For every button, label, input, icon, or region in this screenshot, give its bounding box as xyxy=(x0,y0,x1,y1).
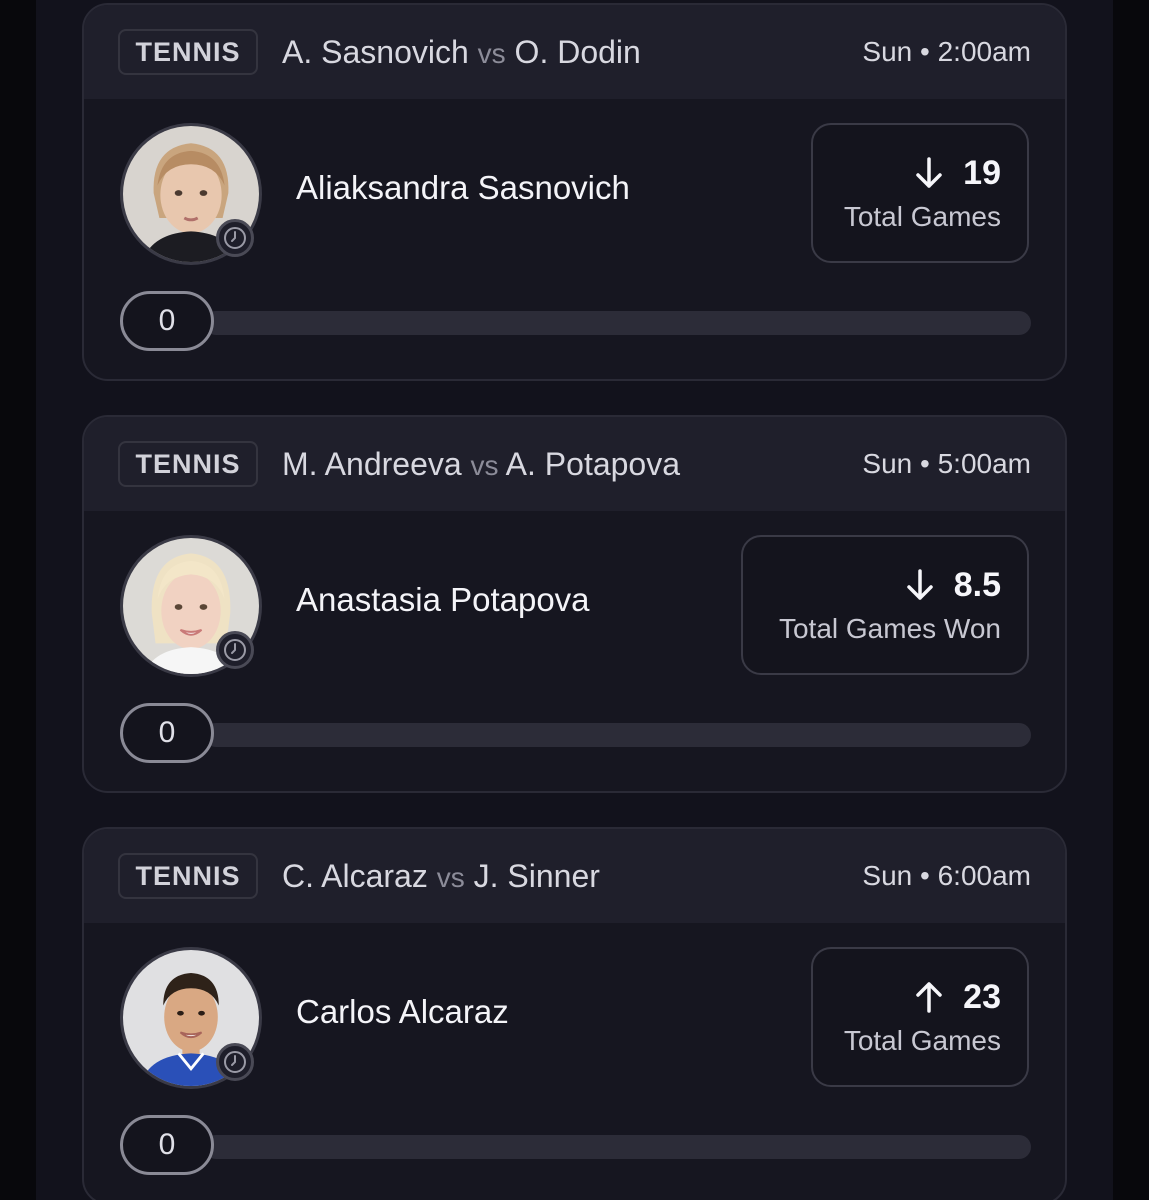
card-header: TENNIS M. Andreeva vs A. Potapova Sun • … xyxy=(84,417,1065,511)
sport-badge: TENNIS xyxy=(118,441,258,487)
clock-icon xyxy=(216,219,254,257)
player-name[interactable]: Anastasia Potapova xyxy=(296,575,590,625)
player-b: O. Dodin xyxy=(514,34,641,70)
player-name[interactable]: Carlos Alcaraz xyxy=(296,987,509,1037)
matchup: C. Alcaraz vs J. Sinner xyxy=(282,855,600,901)
stat-label: Total Games xyxy=(843,201,1001,232)
screen-edge-right xyxy=(1113,0,1149,1200)
matchup: A. Sasnovich vs O. Dodin xyxy=(282,31,641,77)
player-a: C. Alcaraz xyxy=(282,858,428,894)
stat-label: Total Games Won xyxy=(778,613,1001,644)
arrow-up-icon xyxy=(913,980,945,1014)
clock-icon xyxy=(216,1043,254,1081)
card-header: TENNIS A. Sasnovich vs O. Dodin Sun • 2:… xyxy=(84,5,1065,99)
vs-label: vs xyxy=(436,862,465,893)
player-avatar-wrap[interactable] xyxy=(120,535,262,677)
matchup: M. Andreeva vs A. Potapova xyxy=(282,443,680,489)
vs-label: vs xyxy=(477,38,506,69)
pick-card[interactable]: TENNIS M. Andreeva vs A. Potapova Sun • … xyxy=(82,415,1067,793)
progress-value-pill: 0 xyxy=(120,291,214,351)
clock-icon xyxy=(216,631,254,669)
pick-card[interactable]: TENNIS C. Alcaraz vs J. Sinner Sun • 6:0… xyxy=(82,827,1067,1200)
player-avatar-wrap[interactable] xyxy=(120,947,262,1089)
line-value: 19 xyxy=(963,154,1001,192)
stat-label: Total Games xyxy=(843,1025,1001,1056)
screen: TENNIS A. Sasnovich vs O. Dodin Sun • 2:… xyxy=(0,0,1149,1200)
sport-badge: TENNIS xyxy=(118,853,258,899)
progress-track xyxy=(204,1135,1031,1159)
sport-badge: TENNIS xyxy=(118,29,258,75)
player-b: J. Sinner xyxy=(473,858,600,894)
start-time: Sun • 2:00am xyxy=(862,36,1031,67)
line-value: 8.5 xyxy=(953,566,1001,604)
prop-line: 23 xyxy=(839,975,1001,1019)
prop-selection-button[interactable]: 23 Total Games xyxy=(811,947,1029,1087)
prop-selection-button[interactable]: 19 Total Games xyxy=(811,123,1029,263)
progress-value-pill: 0 xyxy=(120,1115,214,1175)
vs-label: vs xyxy=(470,450,499,481)
start-time: Sun • 6:00am xyxy=(862,860,1031,891)
progress-track xyxy=(204,723,1031,747)
player-a: M. Andreeva xyxy=(282,446,462,482)
player-avatar-wrap[interactable] xyxy=(120,123,262,265)
line-value: 23 xyxy=(963,978,1001,1016)
arrow-down-icon xyxy=(904,568,936,602)
progress-value-pill: 0 xyxy=(120,703,214,763)
prop-line: 19 xyxy=(839,151,1001,195)
prop-line: 8.5 xyxy=(769,563,1001,607)
prop-selection-button[interactable]: 8.5 Total Games Won xyxy=(741,535,1029,675)
player-b: A. Potapova xyxy=(505,446,681,482)
player-a: A. Sasnovich xyxy=(282,34,469,70)
card-header: TENNIS C. Alcaraz vs J. Sinner Sun • 6:0… xyxy=(84,829,1065,923)
start-time: Sun • 5:00am xyxy=(862,448,1031,479)
progress-track xyxy=(204,311,1031,335)
pick-card[interactable]: TENNIS A. Sasnovich vs O. Dodin Sun • 2:… xyxy=(82,3,1067,381)
screen-edge-left xyxy=(0,0,36,1200)
player-name[interactable]: Aliaksandra Sasnovich xyxy=(296,163,630,213)
arrow-down-icon xyxy=(913,156,945,190)
